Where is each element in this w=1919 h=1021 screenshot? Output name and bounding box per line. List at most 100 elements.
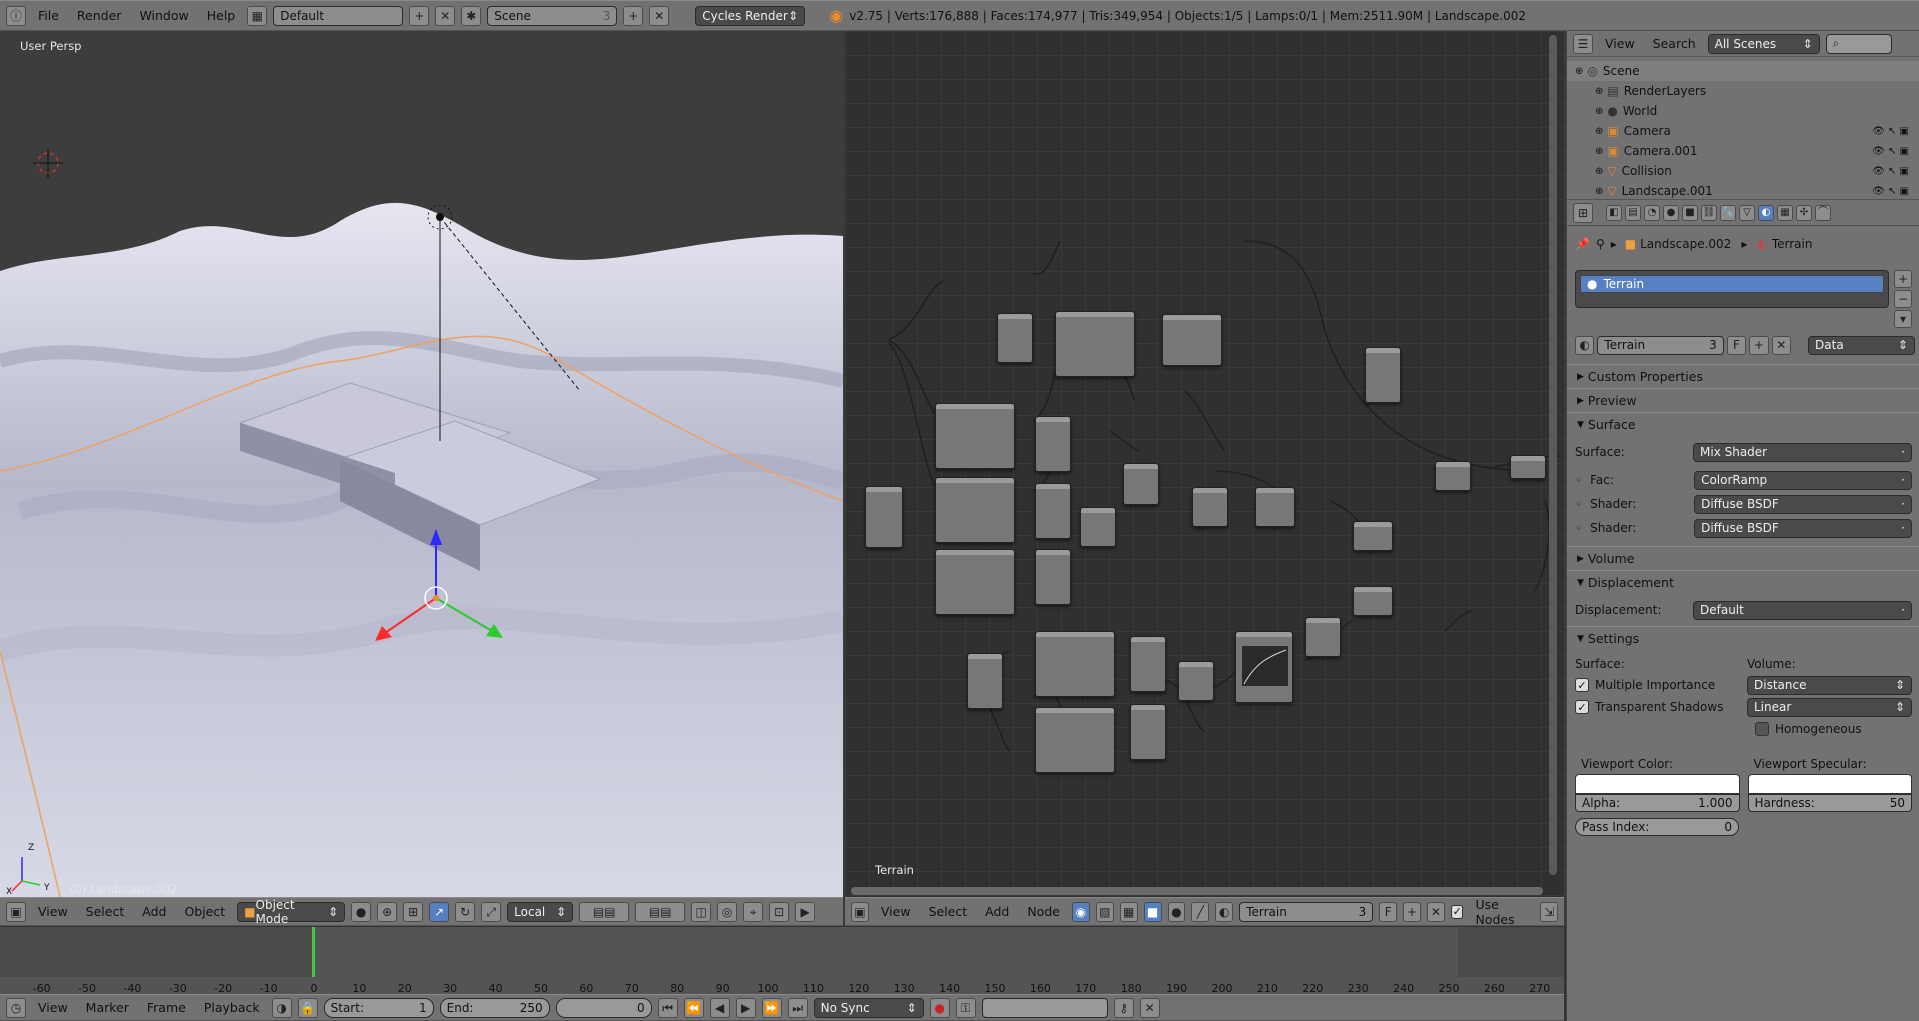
node-noise-6[interactable] xyxy=(1035,707,1115,773)
node-horizontal-scrollbar[interactable] xyxy=(851,887,1543,895)
world-shader-icon[interactable]: ● xyxy=(1167,901,1186,922)
viewport-specular-swatch[interactable] xyxy=(1747,774,1912,794)
timeline-menu-marker[interactable]: Marker xyxy=(80,1000,135,1015)
node-math-7[interactable] xyxy=(1255,487,1295,527)
translate-icon[interactable]: ↗ xyxy=(429,901,450,922)
multiple-importance-checkbox[interactable]: ✓ xyxy=(1575,678,1589,692)
pass-index-field[interactable]: Pass Index: 0 xyxy=(1575,818,1739,836)
start-frame-field[interactable]: Start: 1 xyxy=(323,997,434,1018)
use-nodes-checkbox[interactable]: ✓ xyxy=(1450,904,1464,919)
node-menu-node[interactable]: Node xyxy=(1021,904,1066,919)
texture-tab-icon[interactable]: ▦ xyxy=(1777,204,1793,221)
scene-icon[interactable]: ✱ xyxy=(461,5,482,26)
new-material-icon[interactable]: + xyxy=(1403,901,1421,922)
panel-surface[interactable]: ▼ Surface xyxy=(1567,412,1919,436)
layers-icon[interactable]: ▤▤ xyxy=(579,901,630,922)
snap-icon[interactable]: ⌖ xyxy=(743,901,764,922)
outliner-menu-search[interactable]: Search xyxy=(1647,36,1702,51)
editor-type-icon[interactable]: ▣ xyxy=(6,901,26,922)
rotate-icon[interactable]: ↻ xyxy=(455,901,476,922)
alpha-field[interactable]: Alpha: 1.000 xyxy=(1575,794,1740,812)
outliner-row[interactable]: ⊕ ▽ Landscape.001 👁 ↖ ▣ xyxy=(1567,181,1919,201)
multiple-importance-row[interactable]: ✓ Multiple Importance xyxy=(1575,674,1747,696)
jump-start-icon[interactable]: ⏮ xyxy=(657,997,678,1018)
data-tab-icon[interactable]: ▽ xyxy=(1739,204,1755,221)
shader2-select[interactable]: Diffuse BSDF · xyxy=(1694,518,1912,538)
node-noise-3[interactable] xyxy=(935,477,1015,543)
next-keyframe-icon[interactable]: ⏩ xyxy=(761,997,782,1018)
pin-icon[interactable]: 📌 xyxy=(1575,237,1590,251)
manipulator-icon[interactable]: ⊞ xyxy=(403,901,424,922)
3d-viewport[interactable]: User Persp (0) Landscape.002 Z X Y xyxy=(0,31,843,897)
outliner-row[interactable]: ⊕ ◎ Scene xyxy=(1567,61,1919,81)
outliner-search-input[interactable]: ⌕ xyxy=(1825,33,1892,54)
expand-icon[interactable]: ⊕ xyxy=(1595,186,1603,197)
node-math-6[interactable] xyxy=(1192,487,1228,527)
node-math-8[interactable] xyxy=(1130,636,1166,692)
scale-icon[interactable]: ⤢ xyxy=(481,901,502,922)
render-layer-icon[interactable]: ◫ xyxy=(691,901,712,922)
lock-range-icon[interactable]: 🔒 xyxy=(297,997,318,1018)
prev-keyframe-icon[interactable]: ⏪ xyxy=(683,997,704,1018)
node-math-10[interactable] xyxy=(1178,661,1214,701)
hardness-field[interactable]: Hardness: 50 xyxy=(1747,794,1912,812)
transparent-shadows-checkbox[interactable]: ✓ xyxy=(1575,700,1589,714)
viewport-color-swatch[interactable] xyxy=(1575,774,1740,794)
node-colorramp-1[interactable] xyxy=(1162,314,1222,366)
node-menu-select[interactable]: Select xyxy=(923,904,974,919)
node-texcoord[interactable] xyxy=(997,313,1033,363)
slot-specials-icon[interactable]: ▾ xyxy=(1894,310,1912,328)
timeline-menu-view[interactable]: View xyxy=(32,1000,74,1015)
menu-file[interactable]: File xyxy=(32,8,65,23)
pin-node-tree-icon[interactable]: ⇲ xyxy=(1540,901,1559,922)
remove-slot-icon[interactable]: − xyxy=(1894,290,1912,308)
physics-tab-icon[interactable]: ⌒ xyxy=(1815,204,1831,221)
shading-solid-icon[interactable]: ● xyxy=(351,901,372,922)
keying-set-icon[interactable]: ⚿ xyxy=(955,997,976,1018)
expand-icon[interactable]: ⊕ xyxy=(1595,126,1603,137)
line-style-icon[interactable]: ╱ xyxy=(1191,901,1210,922)
fake-user-button[interactable]: F xyxy=(1379,901,1398,922)
node-material-output[interactable] xyxy=(1510,455,1546,479)
homogeneous-row[interactable]: Homogeneous xyxy=(1747,718,1912,740)
add-slot-icon[interactable]: + xyxy=(1894,270,1912,288)
outliner-row[interactable]: ⊕ ▽ Collision 👁 ↖ ▣ xyxy=(1567,161,1919,181)
node-diffuse-2[interactable] xyxy=(1353,586,1393,616)
displacement-select[interactable]: Default · xyxy=(1693,600,1912,620)
shader-nodes-icon[interactable]: ◉ xyxy=(1071,901,1090,922)
visibility-icons[interactable]: 👁 ↖ ▣ xyxy=(1872,166,1909,177)
node-math-5[interactable] xyxy=(1123,463,1159,505)
surface-shader-select[interactable]: Mix Shader · xyxy=(1693,442,1912,462)
texture-nodes-icon[interactable]: ▦ xyxy=(1119,901,1138,922)
outliner-row[interactable]: ⊕ ▣ Camera 👁 ↖ ▣ xyxy=(1567,121,1919,141)
end-frame-field[interactable]: End: 250 xyxy=(439,997,550,1018)
keying-set-field[interactable] xyxy=(981,997,1108,1018)
material-slot-list[interactable]: ● Terrain xyxy=(1575,270,1889,308)
material-name-field[interactable]: Terrain 3 xyxy=(1597,335,1724,355)
unlink-material-icon[interactable]: ✕ xyxy=(1427,901,1445,922)
remove-scene-icon[interactable]: ✕ xyxy=(649,5,670,26)
constraints-tab-icon[interactable]: ⛓ xyxy=(1701,204,1717,221)
panel-volume[interactable]: ▶ Volume xyxy=(1567,546,1919,570)
render-engine-select[interactable]: Cycles Render ⇕ xyxy=(695,5,806,26)
modifiers-tab-icon[interactable]: 🔧 xyxy=(1720,204,1736,221)
material-browse-icon[interactable]: ◐ xyxy=(1215,901,1234,922)
remove-layout-icon[interactable]: ✕ xyxy=(435,5,456,26)
volume-interpolation-select[interactable]: Linear ⇕ xyxy=(1747,697,1912,717)
node-menu-view[interactable]: View xyxy=(875,904,917,919)
expand-icon[interactable]: ⊕ xyxy=(1595,146,1603,157)
node-math-4[interactable] xyxy=(1080,507,1116,547)
record-icon[interactable]: ● xyxy=(929,997,950,1018)
panel-settings[interactable]: ▼ Settings xyxy=(1567,626,1919,650)
current-frame-field[interactable]: 0 xyxy=(555,997,652,1018)
world-tab-icon[interactable]: ● xyxy=(1663,204,1679,221)
transparent-shadows-row[interactable]: ✓ Transparent Shadows xyxy=(1575,696,1747,718)
node-diffuse-1[interactable] xyxy=(1353,521,1393,551)
jump-end-icon[interactable]: ⏭ xyxy=(787,997,808,1018)
node-math-9[interactable] xyxy=(1130,704,1166,760)
visibility-icons[interactable]: 👁 ↖ ▣ xyxy=(1872,146,1909,157)
node-mix-shader[interactable] xyxy=(1435,461,1471,491)
object-tab-icon[interactable]: ■ xyxy=(1682,204,1698,221)
node-noise-2[interactable] xyxy=(935,403,1015,469)
expand-icon[interactable]: ⊕ xyxy=(1595,106,1603,117)
